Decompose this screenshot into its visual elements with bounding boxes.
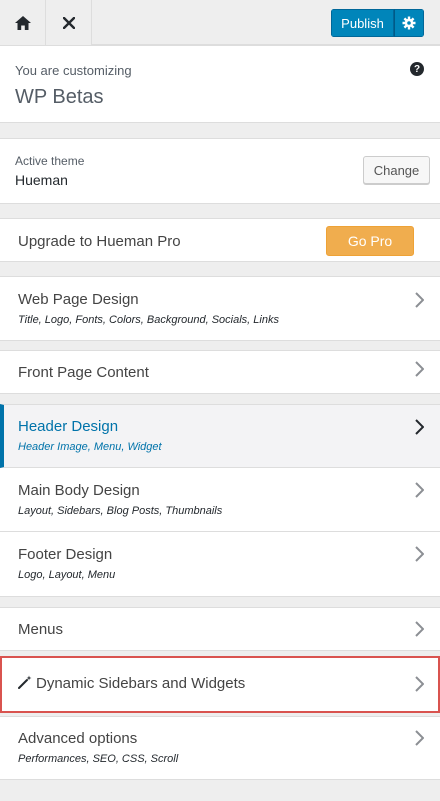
publish-group: Publish [331,9,424,37]
section-title: Menus [18,621,64,638]
section-web-page-design[interactable]: Web Page Design Title, Logo, Fonts, Colo… [0,276,440,341]
section-title: Dynamic Sidebars and Widgets [36,675,246,692]
chevron-right-icon [415,482,424,498]
section-title: Main Body Design [18,482,140,499]
section-footer-design[interactable]: Footer Design Logo, Layout, Menu [0,532,440,597]
customizing-info: You are customizing WP Betas ? [0,45,440,123]
customizing-label: You are customizing [15,63,132,78]
chevron-right-icon [415,546,424,562]
home-button[interactable] [0,0,46,45]
active-theme-section: Active theme Hueman Change [0,138,440,204]
section-subtitle: Performances, SEO, CSS, Scroll [18,753,179,765]
section-title: Advanced options [18,730,138,747]
section-title: Front Page Content [18,364,149,381]
publish-settings-button[interactable] [394,9,424,37]
help-button[interactable]: ? [410,62,424,76]
chevron-right-icon [415,419,424,435]
gear-icon [402,16,416,30]
chevron-right-icon [415,730,424,746]
home-icon [14,15,31,30]
chevron-right-icon [415,361,424,377]
magic-wand-icon [18,675,32,689]
chevron-right-icon [415,292,424,308]
chevron-right-icon [415,676,424,692]
upgrade-section: Upgrade to Hueman Pro Go Pro [0,218,440,262]
section-menus[interactable]: Menus [0,607,440,651]
upgrade-label: Upgrade to Hueman Pro [18,233,181,250]
section-front-page-content[interactable]: Front Page Content [0,350,440,394]
customizer-header: Publish [0,0,440,45]
question-icon: ? [413,63,421,75]
chevron-right-icon [415,621,424,637]
section-subtitle: Header Image, Menu, Widget [18,441,162,453]
section-subtitle: Layout, Sidebars, Blog Posts, Thumbnails [18,505,223,517]
site-title: WP Betas [15,86,104,108]
section-advanced-options[interactable]: Advanced options Performances, SEO, CSS,… [0,716,440,780]
close-icon [62,16,75,29]
close-button[interactable] [46,0,92,45]
go-pro-button[interactable]: Go Pro [326,226,414,256]
section-subtitle: Logo, Layout, Menu [18,569,116,581]
active-theme-name: Hueman [15,172,68,188]
section-subtitle: Title, Logo, Fonts, Colors, Background, … [18,314,279,326]
section-main-body-design[interactable]: Main Body Design Layout, Sidebars, Blog … [0,468,440,532]
section-header-design[interactable]: Header Design Header Image, Menu, Widget [0,404,440,468]
section-dynamic-sidebars-widgets[interactable]: Dynamic Sidebars and Widgets [0,656,440,713]
section-title: Header Design [18,418,119,435]
section-title: Footer Design [18,546,113,563]
section-title: Web Page Design [18,291,139,308]
change-theme-button[interactable]: Change [363,156,430,184]
active-theme-label: Active theme [15,154,85,168]
publish-button[interactable]: Publish [331,9,394,37]
